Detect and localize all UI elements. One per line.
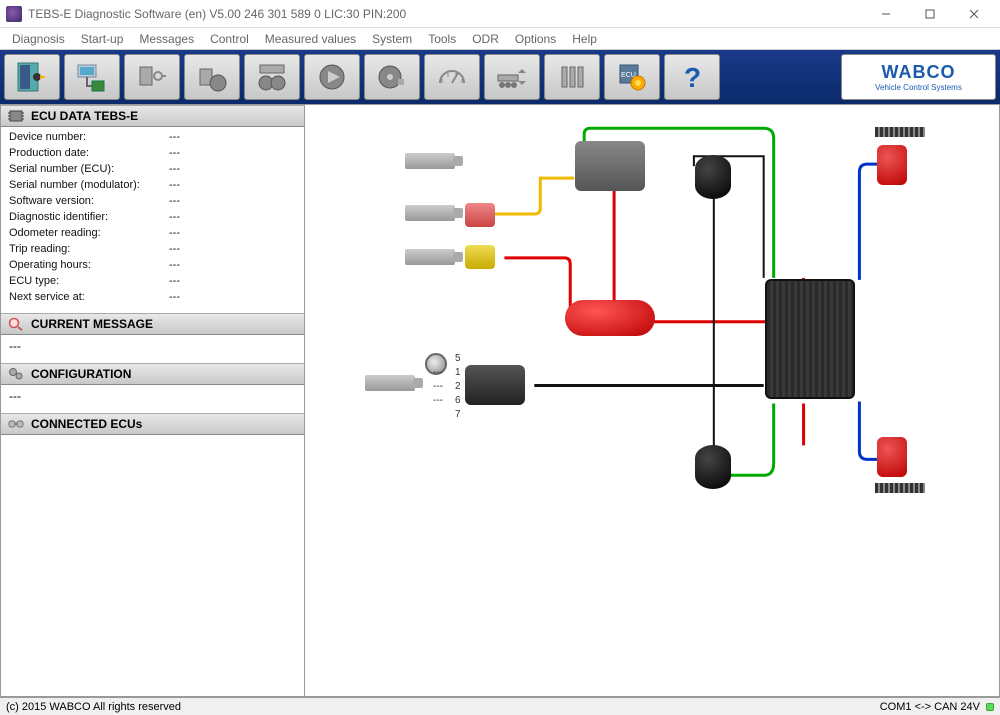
- connector-pin: [405, 205, 455, 221]
- port-label: 7: [455, 409, 461, 420]
- port-label: 6: [455, 395, 461, 406]
- ecu-data-body: Device number:--- Production date:--- Se…: [1, 127, 304, 313]
- tool-help[interactable]: ?: [664, 54, 720, 100]
- brand-subtitle: Vehicle Control Systems: [875, 83, 962, 92]
- data-row: Next service at:---: [9, 289, 296, 305]
- configuration-value: ---: [9, 389, 21, 403]
- menu-system[interactable]: System: [372, 32, 412, 46]
- menu-measured-values[interactable]: Measured values: [265, 32, 356, 46]
- valve-red: [465, 203, 495, 227]
- tool-device[interactable]: [124, 54, 180, 100]
- section-current-message-header[interactable]: CURRENT MESSAGE: [1, 313, 304, 335]
- section-title: CONFIGURATION: [31, 367, 131, 381]
- brake-chamber-red: [877, 145, 907, 185]
- data-row: Device number:---: [9, 129, 296, 145]
- connected-ecus-body: [1, 435, 304, 451]
- data-row: Software version:---: [9, 193, 296, 209]
- data-row: Odometer reading:---: [9, 225, 296, 241]
- connector-pin: [405, 249, 455, 265]
- copyright-text: (c) 2015 WABCO All rights reserved: [6, 701, 880, 713]
- link-icon: [7, 417, 25, 431]
- tool-wheel[interactable]: [184, 54, 240, 100]
- tool-gauge[interactable]: [424, 54, 480, 100]
- port-value: ---: [433, 395, 443, 406]
- minimize-button[interactable]: [864, 0, 908, 28]
- connection-led-icon: [986, 703, 994, 711]
- data-row: Serial number (ECU):---: [9, 161, 296, 177]
- section-title: CURRENT MESSAGE: [31, 317, 153, 331]
- magnifier-icon: [7, 317, 25, 331]
- connector-pin: [405, 153, 455, 169]
- data-row: Operating hours:---: [9, 257, 296, 273]
- port-label: 1: [455, 367, 461, 378]
- content-area: ECU DATA TEBS-E Device number:--- Produc…: [0, 104, 1000, 697]
- close-button[interactable]: [952, 0, 996, 28]
- data-row: Diagnostic identifier:---: [9, 209, 296, 225]
- brand-logo: WABCO Vehicle Control Systems: [841, 54, 996, 100]
- tool-dual-wheel[interactable]: [244, 54, 300, 100]
- menu-startup[interactable]: Start-up: [81, 32, 124, 46]
- side-panel: ECU DATA TEBS-E Device number:--- Produc…: [1, 105, 305, 696]
- brake-chamber-red: [877, 437, 907, 477]
- toolbar: ECU ? WABCO Vehicle Control Systems: [0, 50, 1000, 104]
- section-configuration-header[interactable]: CONFIGURATION: [1, 363, 304, 385]
- menu-options[interactable]: Options: [515, 32, 556, 46]
- schematic-diagram: 5 --- 1 --- 2 --- 6 7: [305, 105, 999, 696]
- compressor: [575, 141, 645, 191]
- svg-text:?: ?: [684, 62, 701, 93]
- port-value: ---: [433, 381, 443, 392]
- data-row: Serial number (modulator):---: [9, 177, 296, 193]
- data-row: ECU type:---: [9, 273, 296, 289]
- window-title: TEBS-E Diagnostic Software (en) V5.00 24…: [28, 7, 864, 21]
- valve-yellow: [465, 245, 495, 269]
- tool-levels[interactable]: [544, 54, 600, 100]
- menu-control[interactable]: Control: [210, 32, 249, 46]
- data-row: Production date:---: [9, 145, 296, 161]
- tool-ecu-settings[interactable]: ECU: [604, 54, 660, 100]
- connector-pin: [365, 375, 415, 391]
- distributor: [465, 365, 525, 405]
- data-row: Trip reading:---: [9, 241, 296, 257]
- title-bar: TEBS-E Diagnostic Software (en) V5.00 24…: [0, 0, 1000, 28]
- tool-trailer-up[interactable]: [484, 54, 540, 100]
- brake-chamber-black: [695, 445, 731, 489]
- ecu-chip-icon: [7, 109, 25, 123]
- menu-messages[interactable]: Messages: [139, 32, 194, 46]
- configuration-body: ---: [1, 385, 304, 413]
- menu-tools[interactable]: Tools: [428, 32, 456, 46]
- menu-odr[interactable]: ODR: [472, 32, 499, 46]
- connection-status: COM1 <-> CAN 24V: [880, 701, 980, 713]
- tool-disc[interactable]: [364, 54, 420, 100]
- port-value: ---: [433, 367, 443, 378]
- section-connected-ecus-header[interactable]: CONNECTED ECUs: [1, 413, 304, 435]
- gears-icon: [7, 367, 25, 381]
- tool-connect-ecu[interactable]: [64, 54, 120, 100]
- menu-help[interactable]: Help: [572, 32, 597, 46]
- port-label: 2: [455, 381, 461, 392]
- brand-name: WABCO: [882, 62, 956, 83]
- app-icon: [6, 6, 22, 22]
- menu-bar: Diagnosis Start-up Messages Control Meas…: [0, 28, 1000, 50]
- tool-exit[interactable]: [4, 54, 60, 100]
- section-title: CONNECTED ECUs: [31, 417, 142, 431]
- section-title: ECU DATA TEBS-E: [31, 109, 138, 123]
- section-ecu-data-header[interactable]: ECU DATA TEBS-E: [1, 105, 304, 127]
- brake-chamber-black: [695, 155, 731, 199]
- schematic-wires: [305, 105, 999, 696]
- status-bar: (c) 2015 WABCO All rights reserved COM1 …: [0, 697, 1000, 715]
- tool-play[interactable]: [304, 54, 360, 100]
- ecu-modulator: [765, 279, 855, 399]
- current-message-value: ---: [9, 339, 21, 353]
- port-label: 5: [455, 353, 461, 364]
- current-message-body: ---: [1, 335, 304, 363]
- menu-diagnosis[interactable]: Diagnosis: [12, 32, 65, 46]
- air-tank: [565, 300, 655, 336]
- vent-grate: [875, 127, 925, 137]
- maximize-button[interactable]: [908, 0, 952, 28]
- vent-grate: [875, 483, 925, 493]
